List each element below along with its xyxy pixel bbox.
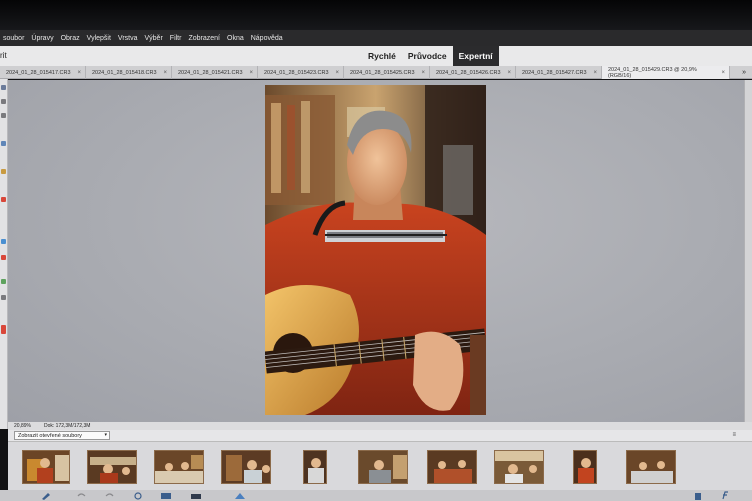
status-bar: 20,89% Dok: 172,3M/172,3M [8, 422, 752, 430]
move-tool-icon[interactable] [1, 85, 6, 90]
document-tab-label: 2024_01_28_015421.CR3 [178, 69, 243, 76]
document-tab-label: 2024_01_28_015423.CR3 [264, 69, 329, 76]
mode-bar: rit Rychlé Průvodce Expertní [0, 46, 752, 66]
tab-expert[interactable]: Expertní [452, 46, 499, 66]
brush-icon[interactable] [40, 491, 52, 500]
document-size: Dok: 172,3M/172,3M [44, 423, 91, 429]
chevron-down-icon: ▾ [104, 432, 107, 438]
close-icon[interactable]: × [249, 70, 253, 76]
fx-icon[interactable] [720, 491, 732, 500]
color-swatch-icon[interactable] [1, 325, 6, 334]
document-tabs: 2024_01_28_015417.CR3 × 2024_01_28_015418… [0, 66, 752, 79]
thumbnail-image [88, 451, 136, 483]
monitor-bezel [0, 0, 752, 30]
document-tab-label: 2024_01_28_015418.CR3 [92, 69, 157, 76]
photo-thumbnail[interactable] [221, 450, 271, 484]
photo-thumbnail[interactable] [358, 450, 408, 484]
photo-thumbnail[interactable] [427, 450, 477, 484]
document-tab[interactable]: 2024_01_28_015425.CR3 × [344, 66, 430, 79]
mode-tabs: Rychlé Průvodce Expertní [362, 46, 499, 66]
menu-select[interactable]: Výběr [145, 35, 163, 42]
menu-window[interactable]: Okna [227, 35, 244, 42]
menu-bar: soubor Úpravy Obraz Vylepšit Vrstva Výbě… [0, 30, 752, 46]
document-tab[interactable]: 2024_01_28_015421.CR3 × [172, 66, 258, 79]
photo-bin [8, 442, 752, 490]
taskbar [0, 490, 752, 501]
thumbnail-image [304, 451, 326, 483]
close-icon[interactable]: × [721, 70, 725, 76]
photo-image [265, 85, 486, 415]
thumbnail-image [495, 451, 543, 483]
photo-thumbnail[interactable] [573, 450, 597, 484]
fill-tool-icon[interactable] [1, 255, 6, 260]
menu-filter[interactable]: Filtr [170, 35, 182, 42]
document-tab-active[interactable]: 2024_01_28_015429.CR3 @ 20,9% (RGB/16) × [602, 66, 730, 79]
crop-tool-icon[interactable] [1, 279, 6, 284]
thumbnail-image [359, 451, 407, 483]
menu-enhance[interactable]: Vylepšit [87, 35, 111, 42]
document-tab-label: 2024_01_28_015426.CR3 [436, 69, 501, 76]
double-chevron-right-icon[interactable]: » [742, 66, 746, 79]
trash-icon[interactable] [692, 491, 704, 500]
text-tool-icon[interactable] [1, 295, 6, 300]
photo-thumbnail[interactable] [494, 450, 544, 484]
zoom-tool-icon[interactable] [1, 99, 6, 104]
photo-bin-select[interactable]: Zobrazit otevřené soubory ▾ [14, 431, 110, 440]
thumbnail-image [155, 451, 203, 483]
brush-tool-icon[interactable] [1, 169, 6, 174]
document-tab[interactable]: 2024_01_28_015417.CR3 × [0, 66, 86, 79]
document-tab-label: 2024_01_28_015427.CR3 [522, 69, 587, 76]
menu-edit[interactable]: Úpravy [31, 35, 53, 42]
home-icon[interactable] [234, 491, 246, 500]
hand-tool-icon[interactable] [1, 113, 6, 118]
thumbnail-image [627, 451, 675, 483]
close-icon[interactable]: × [421, 70, 425, 76]
menu-image[interactable]: Obraz [61, 35, 80, 42]
document-tab[interactable]: 2024_01_28_015418.CR3 × [86, 66, 172, 79]
close-icon[interactable]: × [507, 70, 511, 76]
photo-thumbnail[interactable] [626, 450, 676, 484]
tab-quick[interactable]: Rychlé [362, 46, 402, 66]
thumbnail-image [222, 451, 270, 483]
photo-thumbnail[interactable] [87, 450, 137, 484]
menu-help[interactable]: Nápověda [251, 35, 283, 42]
photo-thumbnail[interactable] [22, 450, 70, 484]
menu-view[interactable]: Zobrazení [188, 35, 220, 42]
photo-thumbnail[interactable] [154, 450, 204, 484]
menu-layer[interactable]: Vrstva [118, 35, 138, 42]
photo-guitarist [265, 85, 486, 415]
eraser-tool-icon[interactable] [1, 197, 6, 202]
document-tab[interactable]: 2024_01_28_015423.CR3 × [258, 66, 344, 79]
layout-icon[interactable] [160, 491, 172, 500]
thumbnail-image [23, 451, 69, 483]
document-tab[interactable]: 2024_01_28_015426.CR3 × [430, 66, 516, 79]
document-tab-label: 2024_01_28_015429.CR3 @ 20,9% (RGB/16) [608, 66, 697, 79]
vertical-scrollbar[interactable] [744, 80, 752, 422]
tools-panel [0, 79, 8, 429]
undo-icon[interactable] [75, 491, 87, 500]
menu-lines-icon[interactable]: ≡ [732, 432, 736, 438]
tab-guided[interactable]: Průvodce [402, 46, 453, 66]
close-icon[interactable]: × [335, 70, 339, 76]
blur-tool-icon[interactable] [1, 239, 6, 244]
document-tab[interactable]: 2024_01_28_015427.CR3 × [516, 66, 602, 79]
close-icon[interactable]: × [163, 70, 167, 76]
close-icon[interactable]: × [593, 70, 597, 76]
document-tab-label: 2024_01_28_015425.CR3 [350, 69, 415, 76]
close-icon[interactable]: × [77, 70, 81, 76]
thumbnail-image [574, 451, 596, 483]
document-tab-label: 2024_01_28_015417.CR3 [6, 69, 71, 76]
photo-bin-header: Zobrazit otevřené soubory ▾ ≡ [8, 430, 752, 442]
zoom-level[interactable]: 20,89% [14, 423, 44, 429]
menu-file[interactable]: soubor [3, 35, 24, 42]
monitor-screen: soubor Úpravy Obraz Vylepšit Vrstva Výbě… [0, 0, 752, 501]
organizer-icon[interactable] [190, 491, 202, 500]
open-menu-label[interactable]: rit [0, 51, 7, 60]
thumbnail-image [428, 451, 476, 483]
photo-bin-select-value: Zobrazit otevřené soubory [18, 432, 82, 439]
photo-thumbnail[interactable] [303, 450, 327, 484]
selection-tool-icon[interactable] [1, 141, 6, 146]
rotate-icon[interactable] [132, 491, 144, 500]
redo-icon[interactable] [104, 491, 116, 500]
